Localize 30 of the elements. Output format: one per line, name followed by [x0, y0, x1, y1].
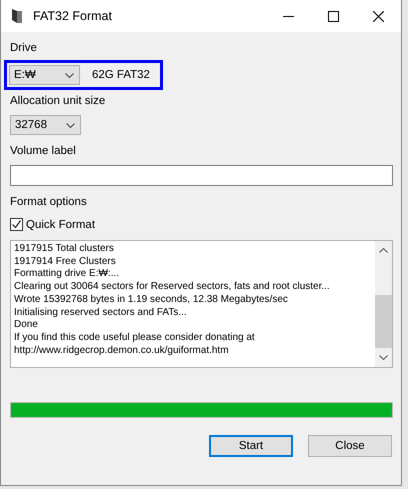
field-label: Volume label — [10, 144, 77, 159]
scroll-down-icon[interactable] — [379, 355, 388, 360]
log-line: Formatting drive E:₩:... — [14, 268, 120, 282]
start-button[interactable]: Start — [209, 435, 293, 457]
log-line: 1917914 Free Clusters — [14, 256, 117, 268]
window-title: FAT32 Format — [33, 9, 112, 23]
field-label: Allocation unit size — [10, 94, 106, 109]
log-line: Done — [14, 319, 39, 332]
log-line: Wrote 15392768 bytes in 1.19 seconds, 12.38 Megabytes/sec — [14, 294, 289, 307]
dropdown[interactable]: E:₩ — [9, 65, 80, 85]
maximize-icon[interactable] — [328, 10, 339, 22]
log-line: 1917915 Total clusters — [14, 243, 115, 256]
checkbox-label: Quick Format — [26, 218, 96, 230]
log-line: http://www.ridgecrop.demon.co.uk/guiformat.htm — [14, 344, 230, 358]
log-line: If you find this code useful please consider donating at — [14, 332, 256, 345]
checkbox[interactable] — [10, 218, 23, 231]
log-line: Initialising reserved sectors and FATs... — [14, 306, 188, 320]
scroll-up-icon[interactable] — [379, 248, 388, 253]
scrollbar[interactable] — [375, 241, 392, 367]
close-icon[interactable] — [373, 10, 384, 22]
close-button[interactable]: Close — [308, 435, 392, 457]
drive-icon — [11, 8, 23, 24]
input-field[interactable] — [10, 165, 393, 186]
field-label: Drive — [10, 41, 38, 56]
drive-info: 62G FAT32 — [92, 69, 150, 81]
caret-icon — [65, 72, 74, 78]
log-line: Clearing out 30064 sectors for Reserved sectors, fats and root cluster... — [14, 281, 331, 294]
caret-icon — [66, 122, 75, 128]
dropdown[interactable]: 32768 — [10, 115, 81, 135]
section-label: Format options — [10, 195, 88, 210]
